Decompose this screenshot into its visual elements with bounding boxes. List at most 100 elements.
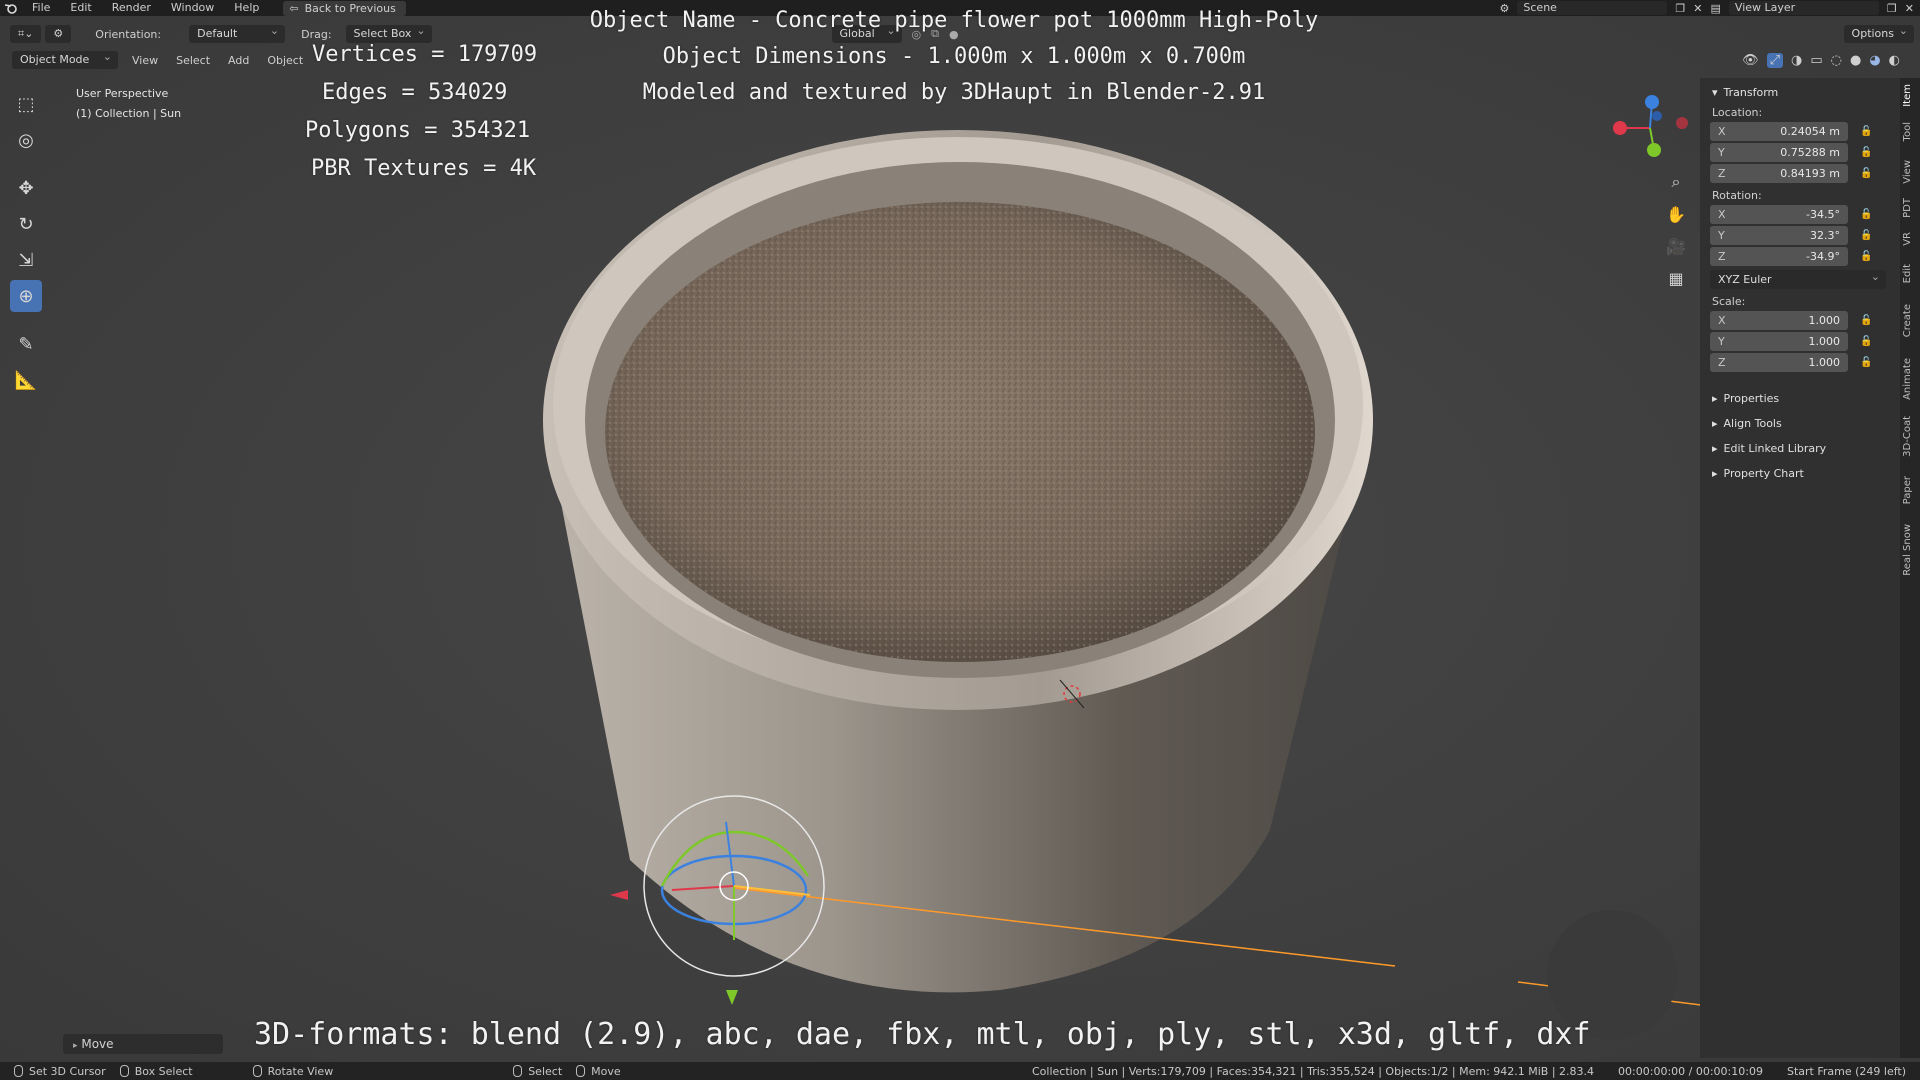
annotate-tool-icon[interactable]: ✎ xyxy=(10,328,42,360)
tab-real-snow[interactable]: Real Snow xyxy=(1902,524,1918,576)
scale-z-field[interactable]: Z 1.000 xyxy=(1710,352,1848,372)
lock-icon[interactable]: 🔓 xyxy=(1860,126,1872,137)
menu-file[interactable]: File xyxy=(22,0,60,16)
close-scene-icon[interactable]: ✕ xyxy=(1693,2,1702,15)
section-align-tools[interactable]: ▸ Align Tools xyxy=(1700,407,1900,432)
location-z-field[interactable]: Z 0.84193 m xyxy=(1710,163,1848,183)
left-toolbar: ⬚ ◎ ✥ ↻ ⇲ ⊕ ✎ 📐 xyxy=(10,88,46,396)
camera-view-icon[interactable]: 🎥 xyxy=(1662,232,1690,260)
last-operator-panel[interactable]: ▸ Move xyxy=(63,1034,223,1054)
menu-add[interactable]: Add xyxy=(228,54,249,67)
tab-paper[interactable]: Paper xyxy=(1902,476,1918,504)
measure-tool-icon[interactable]: 📐 xyxy=(10,364,42,396)
new-scene-icon[interactable]: ❐ xyxy=(1675,2,1685,15)
location-label: Location: xyxy=(1712,106,1763,119)
lock-icon[interactable]: 🔓 xyxy=(1860,357,1872,368)
tab-3d-coat[interactable]: 3D-Coat xyxy=(1902,416,1918,457)
menu-window[interactable]: Window xyxy=(161,0,224,16)
lock-icon[interactable]: 🔓 xyxy=(1860,315,1872,326)
rotation-z-field[interactable]: Z -34.9° xyxy=(1710,246,1848,266)
view-layer-selector[interactable]: View Layer xyxy=(1728,1,1879,15)
lock-icon[interactable]: 🔓 xyxy=(1860,251,1872,262)
section-property-chart[interactable]: ▸ Property Chart xyxy=(1700,457,1900,482)
solid-shading-icon[interactable]: ● xyxy=(1850,53,1861,68)
hint-select: Select xyxy=(513,1065,562,1078)
section-properties[interactable]: ▸ Properties xyxy=(1700,382,1900,407)
menu-render[interactable]: Render xyxy=(102,0,161,16)
drag-dropdown[interactable]: Select Box xyxy=(345,22,432,43)
transform-tool-icon[interactable]: ⊕ xyxy=(10,280,42,312)
tab-pdt[interactable]: PDT xyxy=(1902,198,1918,218)
tab-create[interactable]: Create xyxy=(1902,304,1918,337)
tab-item[interactable]: Item xyxy=(1902,84,1918,107)
rotate-tool-icon[interactable]: ↻ xyxy=(10,208,42,240)
collapse-arrow-icon: ▸ xyxy=(73,1041,78,1051)
location-y-field[interactable]: Y 0.75288 m xyxy=(1710,142,1848,162)
back-to-previous-button[interactable]: ⇦ Back to Previous xyxy=(283,0,406,16)
menu-help[interactable]: Help xyxy=(224,0,269,16)
transform-title: Transform xyxy=(1723,85,1779,99)
collapse-arrow-icon: ▸ xyxy=(1712,467,1718,480)
menu-edit[interactable]: Edit xyxy=(60,0,101,16)
overlay-toggle-icon[interactable]: ◑ xyxy=(1791,53,1802,68)
orientation-dropdown[interactable]: Default xyxy=(189,22,286,43)
scene-stats: Collection | Sun | Verts:179,709 | Faces… xyxy=(1032,1064,1595,1078)
menu-object[interactable]: Object xyxy=(267,54,303,67)
menu-view[interactable]: View xyxy=(132,54,158,67)
perspective-toggle-icon[interactable]: ▦ xyxy=(1662,264,1690,292)
close-view-layer-icon[interactable]: ✕ xyxy=(1905,2,1914,15)
scale-label: Scale: xyxy=(1712,295,1746,308)
new-view-layer-icon[interactable]: ❐ xyxy=(1887,2,1897,15)
rotation-y-field[interactable]: Y 32.3° xyxy=(1710,225,1848,245)
select-box-tool-icon[interactable]: ⬚ xyxy=(10,88,42,120)
move-tool-icon[interactable]: ✥ xyxy=(10,172,42,204)
tab-view[interactable]: View xyxy=(1902,160,1918,184)
transform-tool-icon[interactable]: ⚙ xyxy=(45,25,72,43)
scale-x-field[interactable]: X 1.000 xyxy=(1710,310,1848,330)
cursor-tool-icon[interactable]: ◎ xyxy=(10,124,42,156)
scene-selector[interactable]: Scene xyxy=(1517,1,1668,15)
lock-icon[interactable]: 🔓 xyxy=(1860,336,1872,347)
expand-arrow-icon: ▾ xyxy=(1712,85,1718,99)
scale-tool-icon[interactable]: ⇲ xyxy=(10,244,42,276)
tab-edit[interactable]: Edit xyxy=(1902,264,1918,283)
mode-dropdown[interactable]: Object Mode xyxy=(12,48,118,69)
soil-texture xyxy=(605,202,1315,662)
polygons-stat: Polygons = 354321 xyxy=(305,118,531,143)
gizmo-toggle-icon[interactable]: ⤢ xyxy=(1766,52,1783,68)
visibility-icon[interactable]: 👁 xyxy=(1742,53,1759,68)
menu-select[interactable]: Select xyxy=(176,54,210,67)
hint-move: Move xyxy=(576,1065,621,1078)
tab-tool[interactable]: Tool xyxy=(1902,122,1918,141)
navigation-gizmo[interactable] xyxy=(1600,88,1700,168)
view-layer-icon[interactable]: ▤ xyxy=(1711,2,1721,15)
tab-vr[interactable]: VR xyxy=(1902,232,1918,246)
section-edit-linked-library[interactable]: ▸ Edit Linked Library xyxy=(1700,432,1900,457)
timecode: 00:00:00:00 / 00:00:10:09 xyxy=(1618,1064,1763,1078)
scale-y-field[interactable]: Y 1.000 xyxy=(1710,331,1848,351)
tab-animate[interactable]: Animate xyxy=(1902,358,1918,400)
wireframe-shading-icon[interactable]: ◌ xyxy=(1831,53,1842,68)
mouse-drag-icon xyxy=(576,1065,586,1077)
perspective-label: User Perspective xyxy=(76,87,169,100)
rotation-x-field[interactable]: X -34.5° xyxy=(1710,204,1848,224)
hint-rotate-view: Rotate View xyxy=(252,1065,333,1078)
material-shading-icon[interactable]: ◕ xyxy=(1869,53,1880,68)
pan-hand-icon[interactable]: ✋ xyxy=(1662,200,1690,228)
editor-type-button[interactable]: ⌗⌄ xyxy=(10,25,42,43)
transform-header[interactable]: ▾ Transform xyxy=(1700,78,1900,100)
lock-icon[interactable]: 🔓 xyxy=(1860,147,1872,158)
rendered-shading-icon[interactable]: ◐ xyxy=(1889,53,1900,68)
frame-info: Start Frame (249 left) xyxy=(1786,1064,1906,1078)
collapse-arrow-icon: ▸ xyxy=(1712,442,1718,455)
blender-logo-icon[interactable] xyxy=(0,0,22,16)
rotation-mode-dropdown[interactable]: XYZ Euler xyxy=(1710,267,1886,289)
scene-icon[interactable]: ⚙ xyxy=(1500,2,1510,15)
lock-icon[interactable]: 🔓 xyxy=(1860,230,1872,241)
location-x-field[interactable]: X 0.24054 m xyxy=(1710,121,1848,141)
xray-icon[interactable]: ▭ xyxy=(1810,53,1822,68)
zoom-icon[interactable]: ⌕ xyxy=(1662,168,1690,196)
lock-icon[interactable]: 🔓 xyxy=(1860,168,1872,179)
lock-icon[interactable]: 🔓 xyxy=(1860,209,1872,220)
options-dropdown[interactable]: Options xyxy=(1843,22,1914,43)
